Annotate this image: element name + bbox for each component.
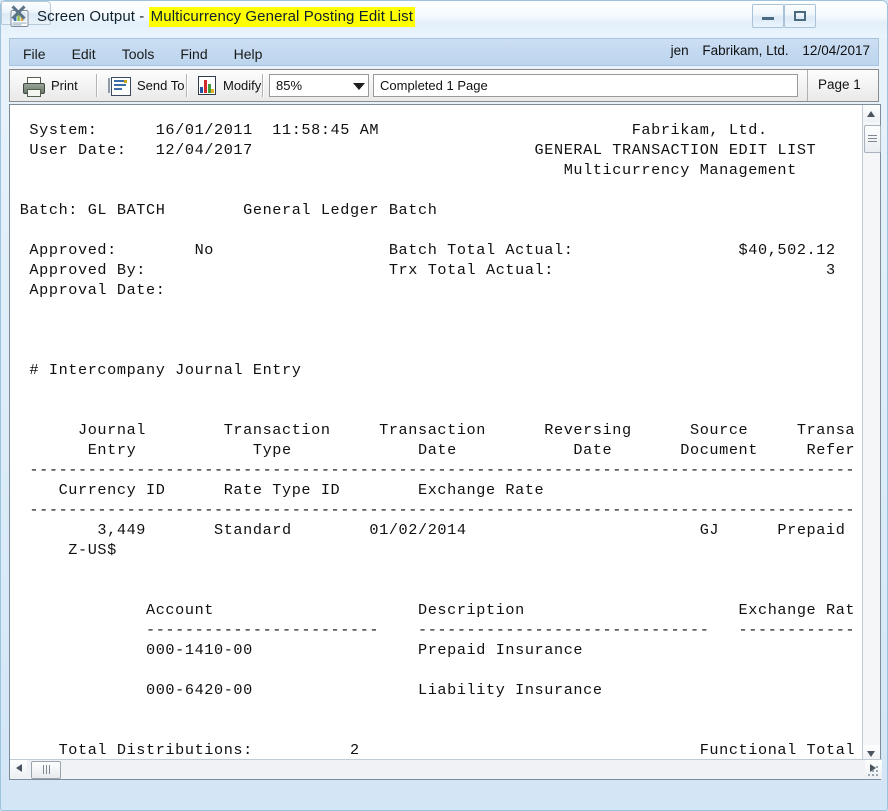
status-text: Completed 1 Page [380,78,488,93]
toolbar-separator-2 [186,74,188,97]
window-title: Screen Output - Multicurrency General Po… [37,7,415,27]
menu-bar: File Edit Tools Find Help jen Fabrikam, Ltd.… [9,38,879,66]
modify-label: Modify [223,78,262,93]
bar-chart-icon [198,76,216,95]
scroll-up-button[interactable] [863,105,880,122]
page-number-text: Page 1 [818,77,861,92]
triangle-down-icon [867,751,875,757]
current-date: 12/04/2017 [802,43,870,58]
scroll-left-button[interactable] [10,760,27,778]
report-page: System: 16/01/2011 11:58:45 AM Fabrikam,… [10,105,856,762]
horizontal-scrollbar-thumb[interactable] [31,761,61,779]
window-title-highlighted: Multicurrency General Posting Edit List [148,7,415,27]
maximize-icon [794,11,806,21]
report-text: System: 16/01/2011 11:58:45 AM Fabrikam,… [19,121,856,762]
zoom-level-value: 85% [276,78,303,93]
print-label: Print [51,78,78,93]
status-field: Completed 1 Page [373,74,798,97]
chevron-down-icon [353,83,365,90]
menubar-status: jen Fabrikam, Ltd. 12/04/2017 [661,43,870,58]
send-to-label: Send To [137,78,185,93]
report-viewport: System: 16/01/2011 11:58:45 AM Fabrikam,… [9,104,882,780]
page-indicator: Page 1 [807,70,888,101]
current-company: Fabrikam, Ltd. [702,43,789,58]
window-title-prefix: Screen Output - [37,8,149,25]
toolbar-separator-3 [262,74,264,97]
send-to-button[interactable]: Send To [102,70,190,101]
vertical-scrollbar[interactable] [862,105,881,762]
menu-item-tools[interactable]: Tools [109,39,168,65]
horizontal-scrollbar[interactable] [10,759,882,779]
menu-item-file[interactable]: File [10,39,59,65]
zoom-level-select[interactable]: 85% [269,74,369,97]
vertical-scrollbar-thumb[interactable] [864,125,881,153]
maximize-button[interactable] [784,4,816,28]
triangle-left-icon [16,764,22,772]
title-bar: Screen Output - Multicurrency General Po… [1,1,887,37]
triangle-up-icon [867,111,875,117]
toolbar: Print Send To Modify 85% Completed 1 Pag… [9,69,879,102]
resize-grip[interactable] [868,766,880,778]
screen-output-window: Screen Output - Multicurrency General Po… [0,0,888,811]
menu-item-find[interactable]: Find [167,39,220,65]
printer-icon [22,76,45,97]
menu-item-edit[interactable]: Edit [59,39,109,65]
current-user: jen [670,43,689,58]
menu-items: File Edit Tools Find Help [10,39,275,65]
menu-item-help[interactable]: Help [221,39,276,65]
toolbar-separator-1 [96,74,98,97]
print-button[interactable]: Print [16,70,84,101]
minimize-icon [762,17,774,20]
modify-button[interactable]: Modify [192,70,267,101]
minimize-button[interactable] [752,4,784,28]
document-list-icon [108,77,131,96]
